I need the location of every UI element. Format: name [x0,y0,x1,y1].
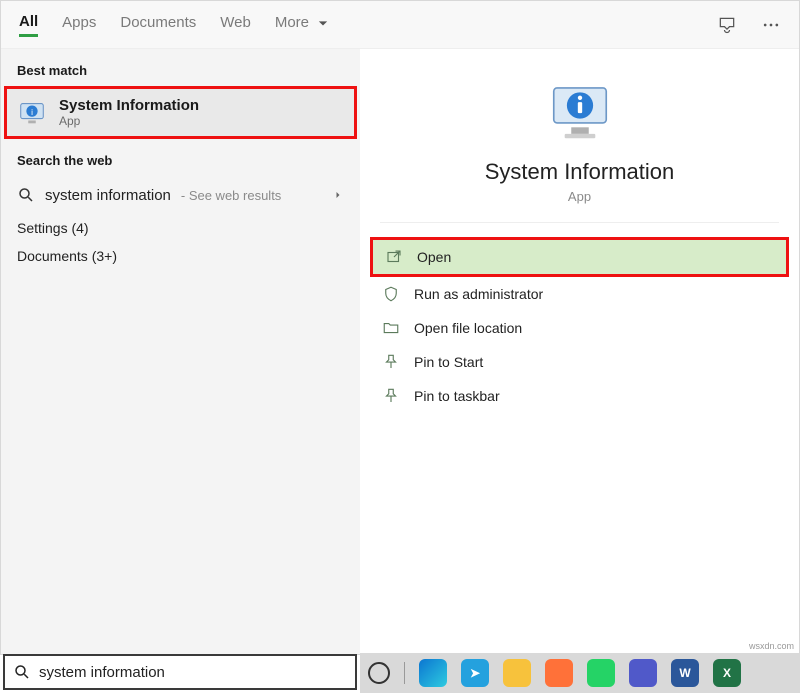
tab-apps[interactable]: Apps [62,14,96,35]
detail-app-icon [545,77,615,147]
action-pin-to-taskbar[interactable]: Pin to taskbar [370,379,789,413]
detail-title: System Information [485,159,675,185]
action-label: Pin to taskbar [414,388,500,404]
taskbar-explorer-icon[interactable] [503,659,531,687]
taskbar-telegram-icon[interactable]: ➤ [461,659,489,687]
feedback-icon[interactable] [717,15,737,35]
taskbar-firefox-icon[interactable] [545,659,573,687]
taskbar-teams-icon[interactable] [629,659,657,687]
details-pane: System Information App Open Run as admin… [360,49,799,654]
action-open[interactable]: Open [370,237,789,277]
pin-icon [382,353,400,371]
search-icon [13,663,31,681]
tab-all[interactable]: All [19,13,38,37]
taskbar: ➤ W X [360,653,800,693]
action-pin-to-start[interactable]: Pin to Start [370,345,789,379]
open-icon [385,248,403,266]
best-match-item[interactable]: i System Information App [4,86,357,139]
tab-documents[interactable]: Documents [120,14,196,35]
taskbar-separator [404,662,405,684]
search-tabs: All Apps Documents Web More [1,1,799,49]
chevron-right-icon [332,188,344,202]
action-label: Pin to Start [414,354,483,370]
tab-more[interactable]: More [275,13,333,37]
best-match-subtitle: App [59,114,199,128]
pin-icon [382,387,400,405]
tab-web[interactable]: Web [220,14,251,35]
taskbar-excel-icon[interactable]: X [713,659,741,687]
results-list: Best match i System Information App Sear… [1,49,360,654]
taskbar-word-icon[interactable]: W [671,659,699,687]
more-icon[interactable] [761,15,781,35]
taskbar-whatsapp-icon[interactable] [587,659,615,687]
chevron-down-icon [313,13,333,33]
action-label: Open [417,249,451,265]
folder-icon [382,319,400,337]
search-icon [17,186,35,204]
taskbar-edge-icon[interactable] [419,659,447,687]
web-result-text: system information [45,187,171,204]
search-input[interactable] [39,664,347,681]
category-documents[interactable]: Documents (3+) [1,242,360,270]
action-label: Run as administrator [414,286,543,302]
windows-search-flyout: All Apps Documents Web More Best match i [0,0,800,655]
svg-text:i: i [31,106,33,116]
watermark: wsxdn.com [749,641,794,651]
search-web-heading: Search the web [1,139,360,176]
action-run-as-admin[interactable]: Run as administrator [370,277,789,311]
category-settings[interactable]: Settings (4) [1,214,360,242]
web-result-secondary: - See web results [181,188,281,203]
search-box[interactable] [3,654,357,690]
detail-subtitle: App [568,189,591,204]
shield-icon [382,285,400,303]
web-result-item[interactable]: system information - See web results [1,176,360,214]
best-match-title: System Information [59,97,199,114]
best-match-heading: Best match [1,49,360,86]
system-information-icon: i [17,98,47,128]
action-open-file-location[interactable]: Open file location [370,311,789,345]
cortana-icon[interactable] [368,662,390,684]
actions-list: Open Run as administrator Open file loca… [360,237,799,413]
action-label: Open file location [414,320,522,336]
